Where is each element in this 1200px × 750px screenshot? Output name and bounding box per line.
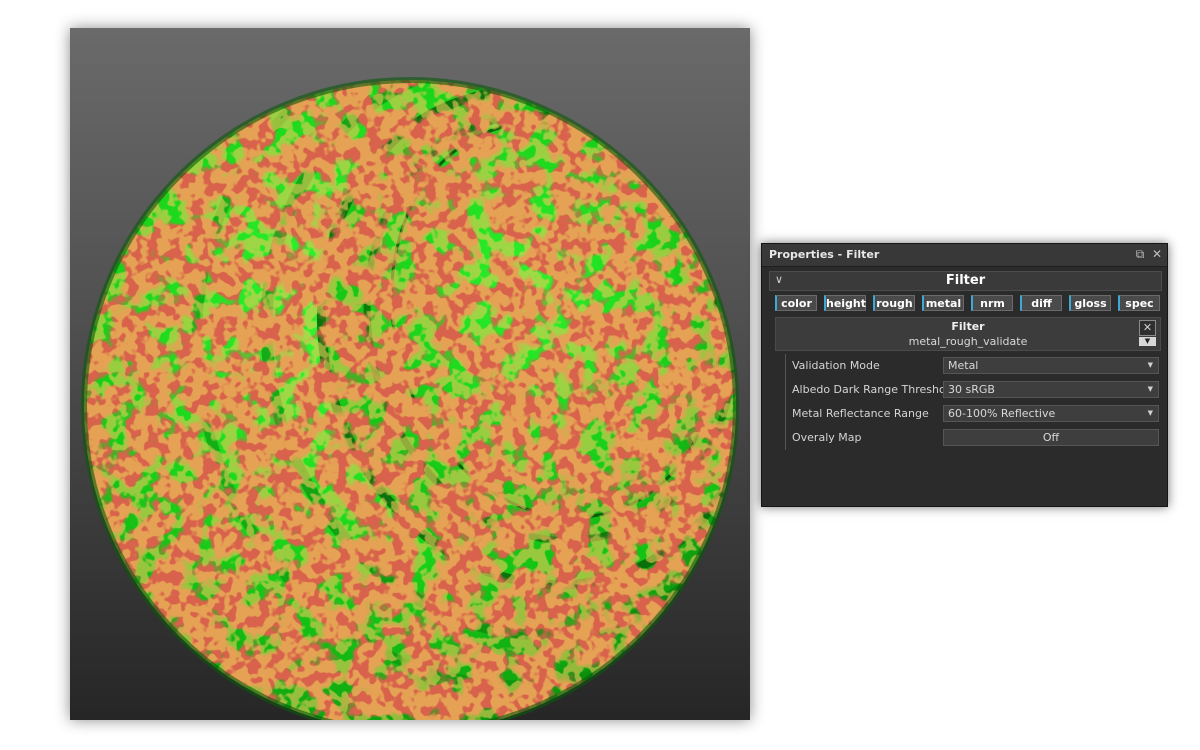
panel-title: Properties - Filter (769, 248, 880, 261)
overlay-map-toggle[interactable]: Off (943, 429, 1159, 446)
channel-button-spec[interactable]: spec (1118, 295, 1160, 311)
validation-preview-sphere (81, 77, 739, 720)
metal-reflectance-dropdown[interactable]: 60-100% Reflective ▼ (943, 405, 1159, 422)
channel-button-diff[interactable]: diff (1020, 295, 1062, 311)
popout-icon[interactable]: ⧉ (1133, 247, 1147, 261)
param-label: Validation Mode (792, 359, 880, 372)
filter-section-header[interactable]: ∨ Filter (769, 271, 1162, 291)
dropdown-arrow-icon: ▼ (1147, 361, 1153, 369)
filter-selector[interactable]: Filter metal_rough_validate ✕ ▼ (775, 317, 1161, 351)
param-divider (785, 354, 786, 450)
channel-button-gloss[interactable]: gloss (1069, 295, 1111, 311)
param-label: Overaly Map (792, 431, 862, 444)
channel-buttons: color height rough metal nrm diff gloss … (775, 295, 1161, 313)
dropdown-value: Metal (948, 359, 979, 372)
filter-name: metal_rough_validate (908, 335, 1028, 348)
dropdown-value: 60-100% Reflective (948, 407, 1056, 420)
remove-filter-icon[interactable]: ✕ (1139, 320, 1156, 336)
param-validation-mode: Validation Mode Metal ▼ (792, 356, 1162, 376)
channel-button-rough[interactable]: rough (873, 295, 915, 311)
channel-button-metal[interactable]: metal (922, 295, 964, 311)
section-title: Filter (945, 273, 986, 288)
param-albedo-dark-threshold: Albedo Dark Range Threshold 30 sRGB ▼ (792, 380, 1162, 400)
dropdown-arrow-icon[interactable]: ▼ (1139, 337, 1156, 346)
param-overlay-map: Overaly Map Off (792, 428, 1162, 448)
param-metal-reflectance: Metal Reflectance Range 60-100% Reflecti… (792, 404, 1162, 424)
panel-titlebar[interactable]: Properties - Filter ⧉ ✕ (762, 244, 1167, 267)
channel-button-nrm[interactable]: nrm (971, 295, 1013, 311)
viewport-3d[interactable] (70, 28, 750, 720)
dropdown-value: 30 sRGB (948, 383, 995, 396)
channel-button-height[interactable]: height (824, 295, 866, 311)
param-label: Metal Reflectance Range (792, 407, 929, 420)
param-label: Albedo Dark Range Threshold (792, 383, 956, 396)
dropdown-arrow-icon: ▼ (1147, 385, 1153, 393)
filter-label: Filter (951, 320, 985, 333)
dropdown-arrow-icon: ▼ (1147, 409, 1153, 417)
close-icon[interactable]: ✕ (1150, 247, 1164, 261)
properties-panel: Properties - Filter ⧉ ✕ ∨ Filter color h… (761, 243, 1168, 507)
albedo-threshold-dropdown[interactable]: 30 sRGB ▼ (943, 381, 1159, 398)
channel-button-color[interactable]: color (775, 295, 817, 311)
validation-mode-dropdown[interactable]: Metal ▼ (943, 357, 1159, 374)
